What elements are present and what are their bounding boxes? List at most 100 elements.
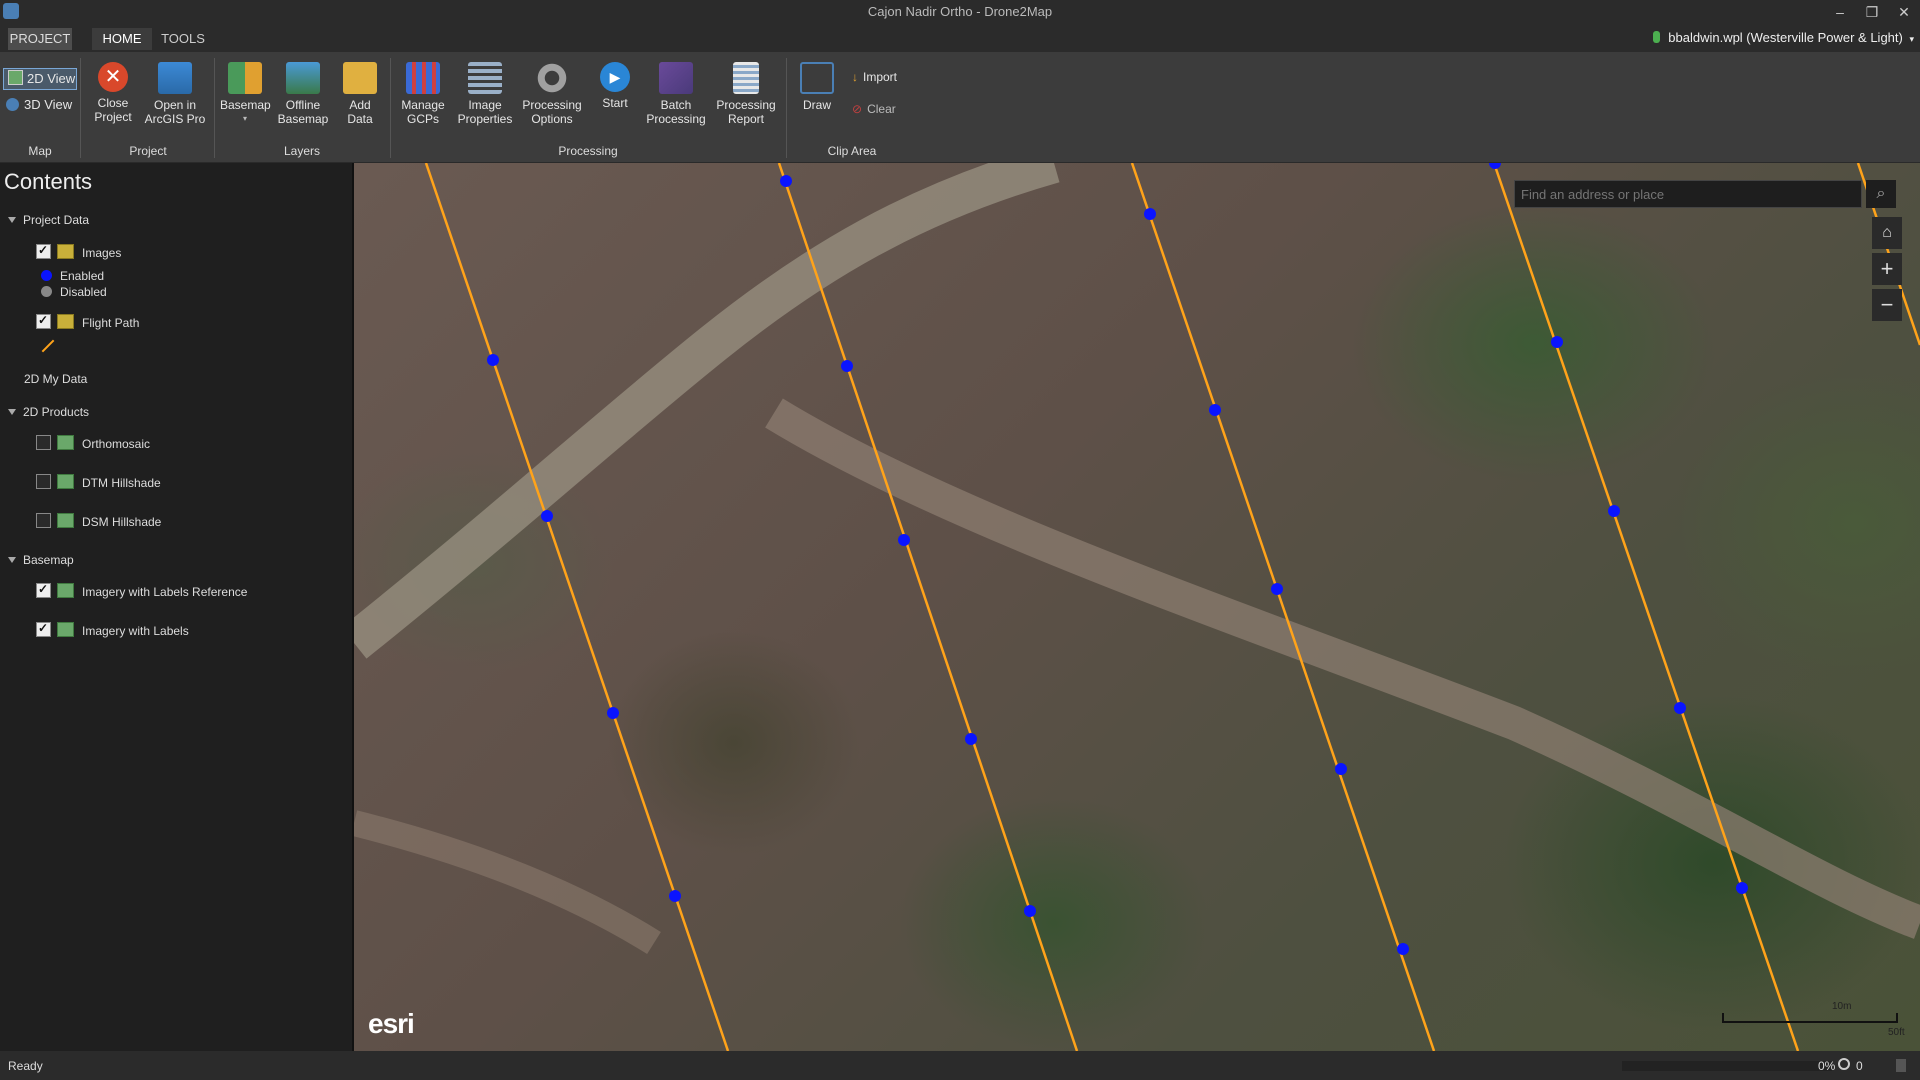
- report-icon: [733, 62, 759, 94]
- ribbon-tab-bar: PROJECT HOME TOOLS bbaldwin.wpl (Westerv…: [0, 24, 1920, 52]
- basemap-button[interactable]: Basemap ▾: [220, 62, 271, 126]
- flight-line[interactable]: [777, 163, 1079, 1051]
- group-separator: [390, 58, 391, 158]
- map-overlay: [354, 163, 1920, 1051]
- offline-basemap-icon: [286, 62, 320, 94]
- expand-triangle-icon: [8, 217, 16, 223]
- dirt-trail: [354, 810, 661, 955]
- clock-icon: [1838, 1058, 1850, 1070]
- flight-line[interactable]: [1492, 163, 1800, 1051]
- batch-processing-button[interactable]: Batch Processing: [644, 62, 708, 126]
- clear-button[interactable]: ⊘ Clear: [852, 102, 896, 116]
- image-properties-button[interactable]: Image Properties: [454, 62, 516, 126]
- tree-group-project-data[interactable]: Project Data: [8, 213, 89, 227]
- restore-button[interactable]: ❐: [1858, 2, 1886, 22]
- close-project-label: Close Project: [94, 96, 132, 124]
- notification-icon[interactable]: [1896, 1059, 1906, 1072]
- image-point[interactable]: [541, 510, 553, 522]
- 2d-products-label: 2D Products: [23, 405, 90, 419]
- offline-basemap-button[interactable]: Offline Basemap: [274, 62, 332, 126]
- dirt-road: [354, 163, 1060, 659]
- map-view[interactable]: ⌕ ⌂ + − esri 10m 50ft: [354, 163, 1920, 1051]
- imagery-labels-checkbox[interactable]: [36, 621, 51, 637]
- image-point[interactable]: [1674, 702, 1686, 714]
- image-point[interactable]: [1271, 583, 1283, 595]
- close-project-button[interactable]: ✕ Close Project: [86, 62, 140, 124]
- title-bar: Cajon Nadir Ortho - Drone2Map – ❐ ✕: [0, 0, 1920, 24]
- image-point[interactable]: [965, 733, 977, 745]
- image-point[interactable]: [1209, 404, 1221, 416]
- job-count: 0: [1856, 1059, 1863, 1073]
- offline-basemap-label: Offline Basemap: [277, 98, 329, 126]
- start-button[interactable]: ▶ Start: [594, 62, 636, 110]
- search-icon[interactable]: ⌕: [1866, 180, 1896, 208]
- project-data-label: Project Data: [23, 213, 90, 227]
- flight-path-checkbox[interactable]: [36, 313, 51, 329]
- image-point[interactable]: [1608, 505, 1620, 517]
- image-point[interactable]: [487, 354, 499, 366]
- image-point[interactable]: [607, 707, 619, 719]
- zoom-out-icon[interactable]: −: [1872, 289, 1902, 321]
- manage-gcps-label: Manage GCPs: [401, 98, 445, 126]
- minimize-button[interactable]: –: [1826, 2, 1854, 22]
- image-point[interactable]: [1144, 208, 1156, 220]
- processing-options-button[interactable]: Processing Options: [520, 62, 584, 126]
- status-bar: Ready 0% 0: [0, 1051, 1920, 1080]
- close-circle-icon: ✕: [98, 62, 128, 92]
- my-data-label[interactable]: 2D My Data: [24, 372, 87, 386]
- image-point[interactable]: [1551, 336, 1563, 348]
- user-caret-icon: ▾: [1909, 34, 1914, 44]
- 2d-view-button[interactable]: 2D View: [3, 68, 77, 90]
- manage-gcps-button[interactable]: Manage GCPs: [398, 62, 448, 126]
- draw-label: Draw: [802, 98, 831, 112]
- zoom-in-icon[interactable]: +: [1872, 253, 1902, 285]
- flight-path-line-icon: [41, 339, 55, 353]
- globe-icon: [6, 98, 19, 111]
- enabled-point-icon: [41, 270, 52, 281]
- add-data-button[interactable]: Add Data: [340, 62, 380, 126]
- open-arcgis-pro-button[interactable]: Open in ArcGIS Pro: [144, 62, 206, 126]
- search-input[interactable]: [1515, 181, 1857, 207]
- group-label-layers: Layers: [283, 144, 321, 158]
- dtm-hillshade-checkbox[interactable]: [36, 474, 51, 489]
- tree-group-basemap[interactable]: Basemap: [8, 553, 74, 567]
- dsm-hillshade-checkbox[interactable]: [36, 513, 51, 528]
- group-separator: [80, 58, 81, 158]
- user-account[interactable]: bbaldwin.wpl (Westerville Power & Light)…: [1653, 30, 1914, 45]
- add-data-icon: [343, 62, 377, 94]
- tab-home[interactable]: HOME: [92, 28, 152, 50]
- draw-polygon-icon: [800, 62, 834, 94]
- close-window-button[interactable]: ✕: [1890, 2, 1918, 22]
- 3d-view-label: 3D View: [24, 97, 73, 112]
- scale-bar: [1722, 1013, 1898, 1023]
- images-checkbox[interactable]: [36, 243, 51, 259]
- flight-line[interactable]: [424, 163, 730, 1051]
- orthomosaic-checkbox[interactable]: [36, 435, 51, 450]
- image-point[interactable]: [1397, 943, 1409, 955]
- home-icon[interactable]: ⌂: [1872, 217, 1902, 249]
- tab-tools[interactable]: TOOLS: [158, 28, 208, 50]
- group-separator: [786, 58, 787, 158]
- processing-report-button[interactable]: Processing Report: [714, 62, 778, 126]
- image-point[interactable]: [1736, 882, 1748, 894]
- disabled-label: Disabled: [60, 285, 107, 299]
- dirt-trail: [765, 398, 1920, 939]
- image-point[interactable]: [780, 175, 792, 187]
- image-point[interactable]: [898, 534, 910, 546]
- image-point[interactable]: [841, 360, 853, 372]
- tab-project[interactable]: PROJECT: [8, 28, 72, 50]
- imagery-labels-reference-checkbox[interactable]: [36, 582, 51, 598]
- import-button[interactable]: ↓ Import: [852, 70, 897, 84]
- gcp-grid-icon: [406, 62, 440, 94]
- group-label-map: Map: [28, 144, 52, 158]
- image-point[interactable]: [1024, 905, 1036, 917]
- imagery-labels-reference-label: Imagery with Labels Reference: [82, 585, 248, 599]
- draw-button[interactable]: Draw: [794, 62, 840, 112]
- processing-options-label: Processing Options: [522, 98, 582, 126]
- image-point[interactable]: [669, 890, 681, 902]
- image-point[interactable]: [1335, 763, 1347, 775]
- 3d-view-button[interactable]: 3D View: [6, 97, 72, 112]
- image-point[interactable]: [1489, 163, 1501, 169]
- tree-group-2d-products[interactable]: 2D Products: [8, 405, 89, 419]
- flight-path-layer-icon: [57, 314, 74, 329]
